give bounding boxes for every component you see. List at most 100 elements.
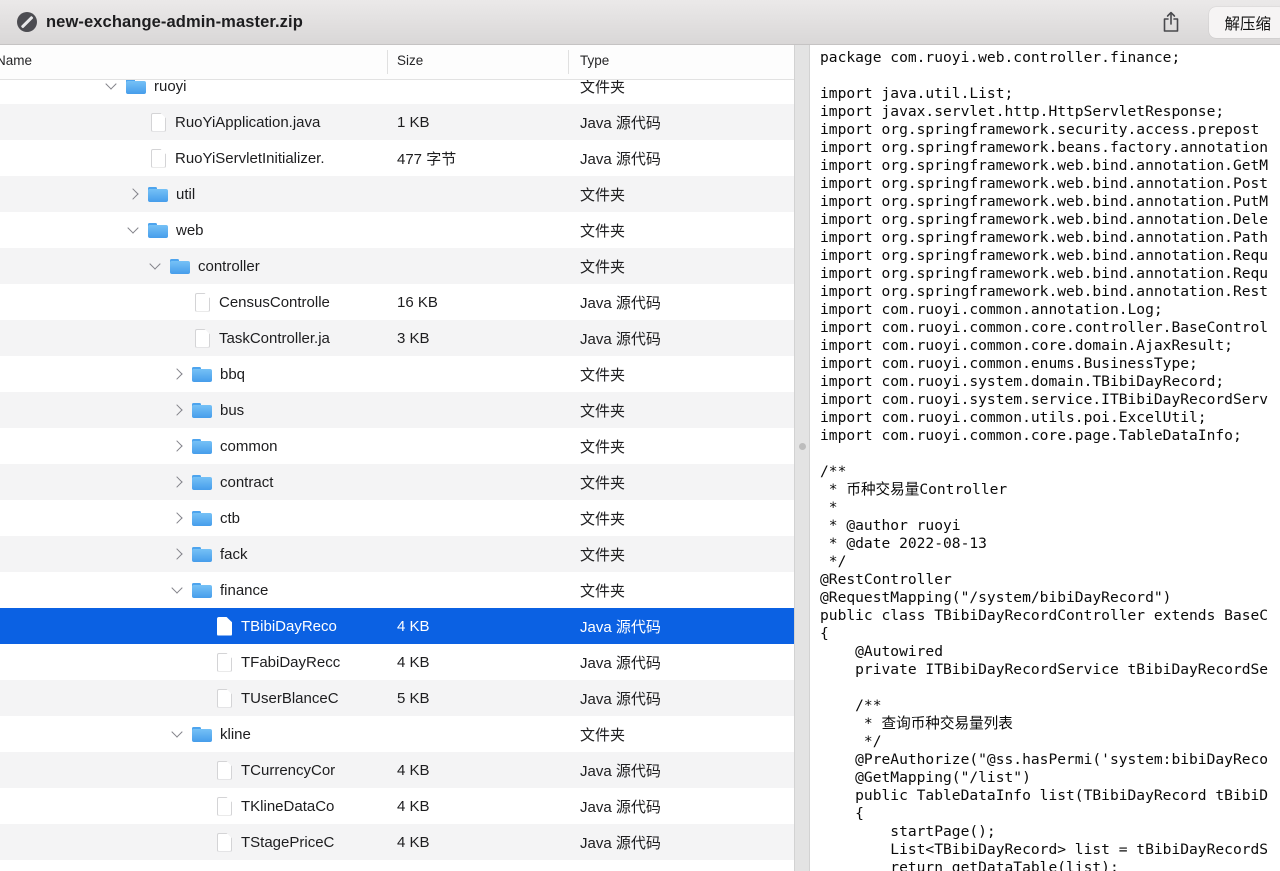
column-divider[interactable] <box>568 50 569 74</box>
zip-file-icon <box>17 12 37 32</box>
file-size: 16 KB <box>397 294 438 311</box>
file-type: 文件夹 <box>580 436 625 457</box>
file-name: controller <box>198 258 260 275</box>
chevron-down-icon <box>105 78 116 89</box>
file-tree: ruoyi 文件夹 RuoYiApplication.java 1 KB Jav… <box>0 68 794 860</box>
column-header-size[interactable]: Size <box>397 53 423 68</box>
tree-row-controller[interactable]: controller 文件夹 <box>0 248 794 284</box>
file-list-panel: ruoyi 文件夹 RuoYiApplication.java 1 KB Jav… <box>0 45 794 871</box>
pane-splitter[interactable] <box>794 45 810 871</box>
file-type: Java 源代码 <box>580 616 661 637</box>
tree-row-tbibidayreco[interactable]: TBibiDayReco 4 KB Java 源代码 <box>0 608 794 644</box>
tree-row-util[interactable]: util 文件夹 <box>0 176 794 212</box>
file-name: TUserBlanceC <box>241 690 339 707</box>
tree-row-common[interactable]: common 文件夹 <box>0 428 794 464</box>
tree-row-tklinedataco[interactable]: TKlineDataCo 4 KB Java 源代码 <box>0 788 794 824</box>
share-icon-glyph <box>1161 10 1181 34</box>
archive-viewer-window: new-exchange-admin-master.zip 解压缩 ruoyi … <box>0 0 1280 871</box>
file-type: Java 源代码 <box>580 148 661 169</box>
file-size: 4 KB <box>397 762 430 779</box>
extract-button[interactable]: 解压缩 <box>1209 7 1280 38</box>
tree-row-tfabidayrecc[interactable]: TFabiDayRecc 4 KB Java 源代码 <box>0 644 794 680</box>
chevron-slot[interactable] <box>168 362 192 386</box>
file-name: TKlineDataCo <box>241 798 334 815</box>
chevron-slot[interactable] <box>124 182 148 206</box>
folder-icon <box>192 510 212 527</box>
chevron-slot[interactable] <box>168 470 192 494</box>
column-header-type[interactable]: Type <box>580 53 609 68</box>
tree-row-web[interactable]: web 文件夹 <box>0 212 794 248</box>
file-icon <box>217 617 232 636</box>
file-name: TFabiDayRecc <box>241 654 340 671</box>
file-type: 文件夹 <box>580 724 625 745</box>
file-icon <box>217 833 232 852</box>
chevron-slot[interactable] <box>168 722 192 746</box>
file-type: Java 源代码 <box>580 112 661 133</box>
folder-icon <box>192 402 212 419</box>
tree-row-ruoyiservletinitializer-[interactable]: RuoYiServletInitializer. 477 字节 Java 源代码 <box>0 140 794 176</box>
file-name: RuoYiServletInitializer. <box>175 150 325 167</box>
chevron-slot[interactable] <box>124 218 148 242</box>
chevron-down-icon <box>171 726 182 737</box>
splitter-handle[interactable] <box>799 443 806 450</box>
file-name: util <box>176 186 195 203</box>
tree-row-censuscontrolle[interactable]: CensusControlle 16 KB Java 源代码 <box>0 284 794 320</box>
file-size: 3 KB <box>397 330 430 347</box>
file-name: ruoyi <box>154 78 187 95</box>
chevron-right-icon <box>171 368 182 379</box>
column-divider[interactable] <box>387 50 388 74</box>
file-icon <box>217 797 232 816</box>
share-icon[interactable] <box>1158 8 1184 36</box>
tree-row-bus[interactable]: bus 文件夹 <box>0 392 794 428</box>
file-size: 1 KB <box>397 114 430 131</box>
window-content: ruoyi 文件夹 RuoYiApplication.java 1 KB Jav… <box>0 45 1280 871</box>
file-type: 文件夹 <box>580 400 625 421</box>
tree-row-tstagepricec[interactable]: TStagePriceC 4 KB Java 源代码 <box>0 824 794 860</box>
chevron-down-icon <box>127 222 138 233</box>
tree-row-bbq[interactable]: bbq 文件夹 <box>0 356 794 392</box>
tree-row-ruoyiapplication-java[interactable]: RuoYiApplication.java 1 KB Java 源代码 <box>0 104 794 140</box>
chevron-down-icon <box>149 258 160 269</box>
column-header-name[interactable]: Name <box>0 53 32 68</box>
tree-row-contract[interactable]: contract 文件夹 <box>0 464 794 500</box>
chevron-right-icon <box>171 512 182 523</box>
file-type: 文件夹 <box>580 472 625 493</box>
tree-row-tcurrencycor[interactable]: TCurrencyCor 4 KB Java 源代码 <box>0 752 794 788</box>
code-preview-panel[interactable]: package com.ruoyi.web.controller.finance… <box>810 45 1280 871</box>
file-name: fack <box>220 546 248 563</box>
file-name: TaskController.ja <box>219 330 330 347</box>
chevron-right-icon <box>171 548 182 559</box>
file-name: web <box>176 222 204 239</box>
file-type: Java 源代码 <box>580 652 661 673</box>
file-icon <box>195 329 210 348</box>
file-size: 4 KB <box>397 618 430 635</box>
file-icon <box>195 293 210 312</box>
folder-icon <box>192 582 212 599</box>
file-type: Java 源代码 <box>580 328 661 349</box>
chevron-slot[interactable] <box>168 506 192 530</box>
file-type: 文件夹 <box>580 544 625 565</box>
file-name: contract <box>220 474 273 491</box>
folder-icon <box>192 546 212 563</box>
file-name: TStagePriceC <box>241 834 334 851</box>
tree-row-ctb[interactable]: ctb 文件夹 <box>0 500 794 536</box>
file-type: Java 源代码 <box>580 292 661 313</box>
chevron-slot[interactable] <box>168 578 192 602</box>
list-header: Name Size Type <box>0 45 794 80</box>
file-type: 文件夹 <box>580 508 625 529</box>
chevron-slot[interactable] <box>146 254 170 278</box>
tree-row-finance[interactable]: finance 文件夹 <box>0 572 794 608</box>
file-name: RuoYiApplication.java <box>175 114 320 131</box>
tree-row-kline[interactable]: kline 文件夹 <box>0 716 794 752</box>
tree-row-tuserblancec[interactable]: TUserBlanceC 5 KB Java 源代码 <box>0 680 794 716</box>
tree-row-taskcontroller-ja[interactable]: TaskController.ja 3 KB Java 源代码 <box>0 320 794 356</box>
file-size: 4 KB <box>397 798 430 815</box>
file-icon <box>151 149 166 168</box>
chevron-slot[interactable] <box>168 434 192 458</box>
chevron-slot[interactable] <box>168 542 192 566</box>
file-type: Java 源代码 <box>580 796 661 817</box>
tree-row-fack[interactable]: fack 文件夹 <box>0 536 794 572</box>
file-name: bus <box>220 402 244 419</box>
chevron-slot[interactable] <box>168 398 192 422</box>
file-type: Java 源代码 <box>580 760 661 781</box>
